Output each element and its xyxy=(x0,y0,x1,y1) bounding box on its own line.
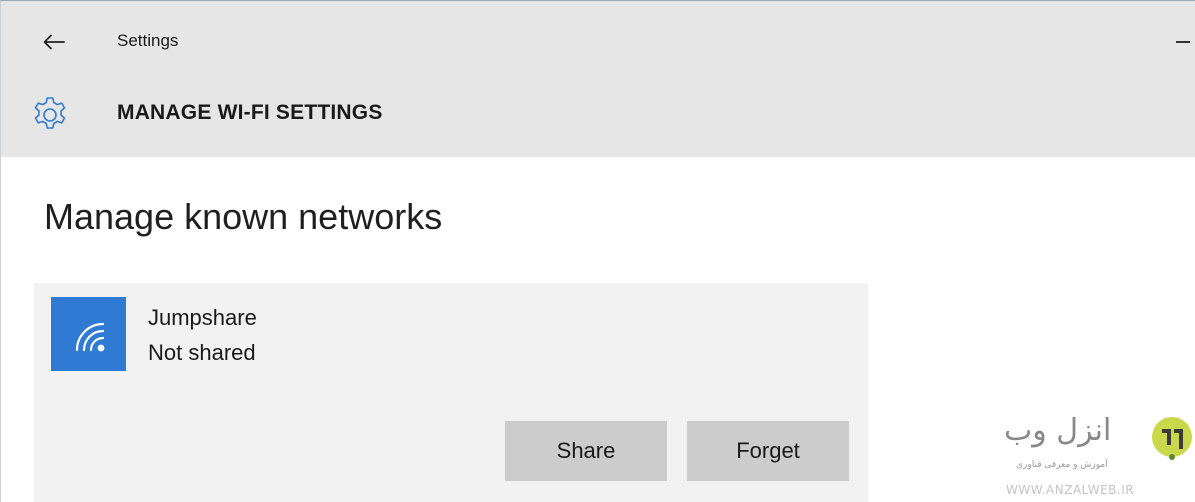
wifi-icon xyxy=(75,322,104,352)
watermark-tagline: آموزش و معرفی فناوری xyxy=(1016,460,1108,470)
back-arrow-icon xyxy=(43,34,65,50)
network-share-status: Not shared xyxy=(148,340,256,365)
watermark-logo-icon xyxy=(1152,417,1192,460)
forget-button[interactable]: Forget xyxy=(687,421,849,481)
network-icon-tile xyxy=(51,297,126,371)
app-title: Settings xyxy=(117,31,179,50)
watermark: انزل وب آموزش و معرفی فناوری WWW.ANZALWE… xyxy=(1004,413,1195,502)
watermark-brand: انزل وب xyxy=(1004,413,1112,448)
network-name: Jumpshare xyxy=(148,305,257,330)
section-title: MANAGE WI-FI SETTINGS xyxy=(117,101,383,124)
gear-icon xyxy=(34,97,66,129)
share-button[interactable]: Share xyxy=(505,421,667,481)
minimize-icon xyxy=(1176,41,1190,43)
back-button[interactable] xyxy=(36,28,72,56)
watermark-url: WWW.ANZALWEB.IR xyxy=(1006,483,1135,497)
title-bar xyxy=(0,0,1195,80)
minimize-button[interactable] xyxy=(1168,30,1195,54)
page-heading: Manage known networks xyxy=(44,196,443,237)
